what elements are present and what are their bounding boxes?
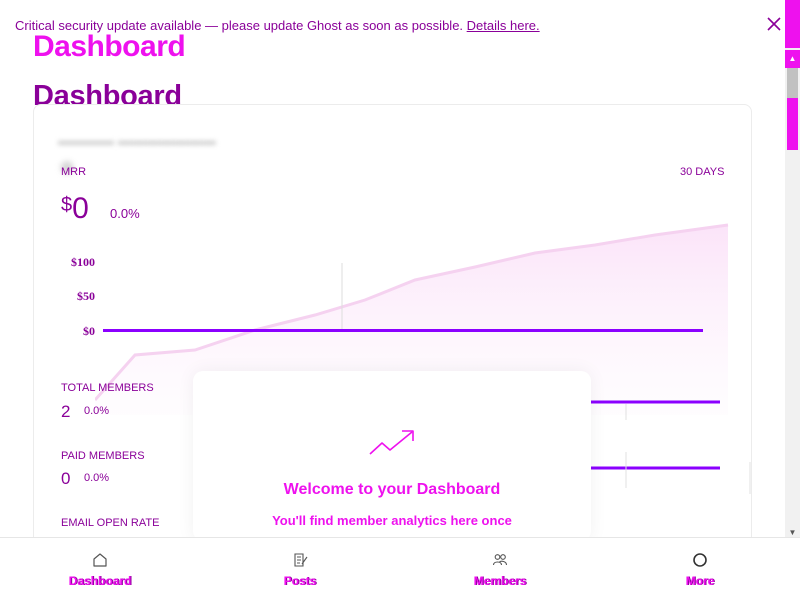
email-open-rate-label: EMAIL OPEN RATE [61, 517, 160, 529]
nav-item-members[interactable]: Members [450, 538, 550, 601]
total-members-change: 0.0% [84, 405, 110, 417]
more-icon [693, 553, 707, 567]
total-members-value: 2 [61, 402, 71, 421]
paid-members-value: 0 [61, 469, 71, 488]
welcome-title: Welcome to your Dashboard [283, 481, 501, 498]
nav-item-more[interactable]: More [650, 538, 750, 601]
scrollbar[interactable]: ▲ ▼ [785, 0, 800, 540]
nav-label: Members [473, 574, 527, 588]
paid-members-label: PAID MEMBERS [61, 450, 145, 462]
nav-item-dashboard[interactable]: Dashboard [50, 538, 150, 601]
nav-label: Posts [283, 574, 317, 588]
scrollbar-thumb[interactable] [787, 68, 798, 98]
total-members-label: TOTAL MEMBERS [61, 382, 154, 394]
scroll-up-arrow-icon[interactable]: ▲ [785, 50, 800, 68]
nav-label: Dashboard [68, 574, 132, 588]
paid-members-change: 0.0% [84, 472, 110, 484]
members-icon [492, 554, 508, 566]
trend-up-icon [369, 430, 414, 455]
nav-label: More [685, 574, 715, 588]
scrollbar-top-highlight [785, 0, 800, 48]
bottom-nav: Dashboard Posts Members More [0, 537, 800, 601]
nav-item-posts[interactable]: Posts [250, 538, 350, 601]
home-icon [93, 553, 107, 567]
posts-icon [294, 553, 308, 567]
scrollbar-thumb-highlight[interactable] [787, 98, 798, 150]
welcome-body: You'll find member analytics here once [272, 513, 512, 528]
welcome-panel: Welcome to your Dashboard You'll find me… [193, 371, 591, 541]
